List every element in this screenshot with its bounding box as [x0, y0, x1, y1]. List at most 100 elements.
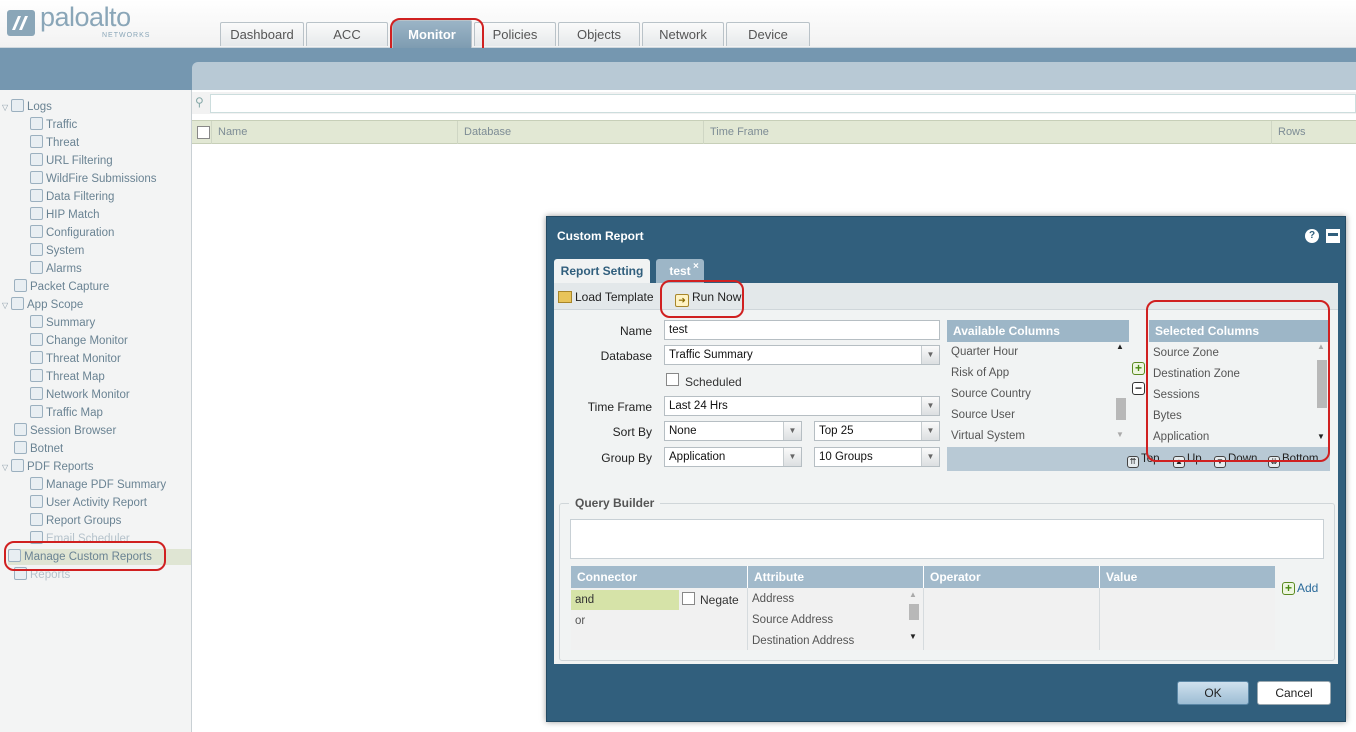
groupby-select[interactable]: Application ▼ [664, 447, 802, 467]
sidebar-item-threat-map[interactable]: Threat Map [30, 369, 105, 385]
tab-network[interactable]: Network [642, 22, 724, 46]
column-time-frame[interactable]: Time Frame [703, 121, 1271, 144]
available-columns-list[interactable]: Quarter Hour Risk of App Source Country … [947, 342, 1129, 447]
list-item[interactable]: Source Address [752, 611, 833, 629]
sidebar-item-logs[interactable]: ▽ Logs [2, 99, 52, 115]
tab-dashboard[interactable]: Dashboard [220, 22, 304, 46]
list-item[interactable]: Source Country [951, 385, 1031, 403]
threat-map-icon [30, 369, 43, 382]
sidebar-item-change-monitor[interactable]: Change Monitor [30, 333, 128, 349]
sidebar-item-wildfire[interactable]: WildFire Submissions [30, 171, 157, 187]
chevron-down-icon[interactable]: ▼ [921, 346, 939, 364]
chevron-down-icon[interactable]: ▼ [921, 397, 939, 415]
sidebar-item-user-activity-report[interactable]: User Activity Report [30, 495, 147, 511]
groupby-groups-select[interactable]: 10 Groups ▼ [814, 447, 940, 467]
add-query-button[interactable]: + Add [1282, 581, 1318, 595]
filter-input[interactable] [210, 94, 1356, 113]
remove-column-icon[interactable]: − [1132, 382, 1145, 395]
close-tab-icon[interactable]: × [693, 255, 699, 279]
sidebar-item-manage-pdf-summary[interactable]: Manage PDF Summary [30, 477, 166, 493]
sidebar-item-botnet[interactable]: Botnet [14, 441, 63, 457]
attribute-column[interactable]: Address Source Address Destination Addre… [748, 588, 924, 650]
operator-column[interactable] [924, 588, 1100, 650]
list-item[interactable]: Quarter Hour [951, 343, 1018, 361]
column-rows[interactable]: Rows [1271, 121, 1356, 144]
chevron-down-icon[interactable]: ▼ [783, 422, 801, 440]
list-item[interactable]: Destination Address [752, 632, 854, 650]
available-columns-header: Available Columns [947, 320, 1129, 342]
sidebar-item-threat-monitor[interactable]: Threat Monitor [30, 351, 121, 367]
connector-or[interactable]: or [571, 611, 679, 631]
sidebar-item-packet-capture[interactable]: Packet Capture [14, 279, 109, 295]
tab-report-setting[interactable]: Report Setting [554, 259, 650, 283]
sortby-top-select[interactable]: Top 25 ▼ [814, 421, 940, 441]
pdf-reports-icon [11, 459, 24, 472]
add-column-icon[interactable]: + [1132, 362, 1145, 375]
custom-reports-highlight [4, 541, 166, 571]
sidebar-item-configuration[interactable]: Configuration [30, 225, 114, 241]
sidebar-item-alarms[interactable]: Alarms [30, 261, 82, 277]
timeframe-select[interactable]: Last 24 Hrs ▼ [664, 396, 940, 416]
value-column[interactable] [1100, 588, 1275, 650]
help-icon[interactable]: ? [1305, 229, 1319, 243]
available-scrollbar[interactable]: ▲ ▼ [1115, 342, 1127, 444]
scroll-down-icon[interactable]: ▼ [909, 632, 917, 641]
chevron-down-icon[interactable]: ▼ [921, 422, 939, 440]
filter-bar: ⚲ [192, 92, 1356, 114]
select-all-checkbox[interactable] [197, 126, 210, 139]
sidebar-item-report-groups[interactable]: Report Groups [30, 513, 121, 529]
list-item[interactable]: Source User [951, 406, 1015, 424]
sidebar-item-network-monitor[interactable]: Network Monitor [30, 387, 130, 403]
query-textarea[interactable] [570, 519, 1324, 559]
sidebar-item-summary[interactable]: Summary [30, 315, 95, 331]
attribute-scrollbar[interactable]: ▲ ▼ [908, 588, 920, 648]
tab-device[interactable]: Device [726, 22, 810, 46]
cancel-button[interactable]: Cancel [1257, 681, 1331, 705]
top-header: paloalto NETWORKS Dashboard ACC Monitor … [0, 0, 1356, 48]
sidebar-item-pdf-reports[interactable]: ▽ PDF Reports [2, 459, 93, 475]
pdf-summary-icon [30, 477, 43, 490]
app-scope-icon [11, 297, 24, 310]
sidebar-item-threat[interactable]: Threat [30, 135, 79, 151]
list-item[interactable]: Virtual System [951, 427, 1025, 445]
sidebar-item-session-browser[interactable]: Session Browser [14, 423, 116, 439]
scroll-down-icon[interactable]: ▼ [1116, 430, 1124, 439]
sortby-select[interactable]: None ▼ [664, 421, 802, 441]
collapse-icon[interactable]: ▽ [2, 100, 11, 116]
sidebar-item-url-filtering[interactable]: URL Filtering [30, 153, 113, 169]
scroll-thumb[interactable] [1116, 398, 1126, 420]
operator-header: Operator [924, 566, 1100, 588]
sidebar-item-traffic-map[interactable]: Traffic Map [30, 405, 103, 421]
sidebar-item-data-filtering[interactable]: Data Filtering [30, 189, 114, 205]
sidebar-item-traffic[interactable]: Traffic [30, 117, 77, 133]
tab-acc[interactable]: ACC [306, 22, 388, 46]
sidebar-item-app-scope[interactable]: ▽ App Scope [2, 297, 83, 313]
connector-and[interactable]: and [571, 590, 679, 610]
chevron-down-icon[interactable]: ▼ [783, 448, 801, 466]
botnet-icon [14, 441, 27, 454]
scroll-thumb[interactable] [909, 604, 919, 620]
maximize-icon[interactable] [1326, 229, 1340, 243]
tab-objects[interactable]: Objects [558, 22, 640, 46]
collapse-icon[interactable]: ▽ [2, 298, 11, 314]
scroll-up-icon[interactable]: ▲ [1116, 342, 1124, 351]
tab-policies[interactable]: Policies [474, 22, 556, 46]
negate-checkbox[interactable] [682, 592, 695, 605]
scheduled-checkbox[interactable] [666, 373, 679, 386]
column-name[interactable]: Name [211, 121, 457, 144]
groupby-label: Group By [601, 451, 652, 465]
wildfire-icon [30, 171, 43, 184]
collapse-icon[interactable]: ▽ [2, 460, 11, 476]
sidebar-item-hip-match[interactable]: HIP Match [30, 207, 99, 223]
chevron-down-icon[interactable]: ▼ [921, 448, 939, 466]
name-input[interactable]: test [664, 320, 940, 340]
load-template-button[interactable]: Load Template [558, 288, 654, 306]
scroll-up-icon[interactable]: ▲ [909, 590, 917, 599]
list-item[interactable]: Address [752, 590, 794, 608]
sidebar-item-system[interactable]: System [30, 243, 84, 259]
list-item[interactable]: Risk of App [951, 364, 1009, 382]
sidebar: ▽ Logs Traffic Threat URL Filtering WildF… [0, 90, 192, 732]
database-select[interactable]: Traffic Summary ▼ [664, 345, 940, 365]
ok-button[interactable]: OK [1177, 681, 1249, 705]
column-database[interactable]: Database [457, 121, 703, 144]
